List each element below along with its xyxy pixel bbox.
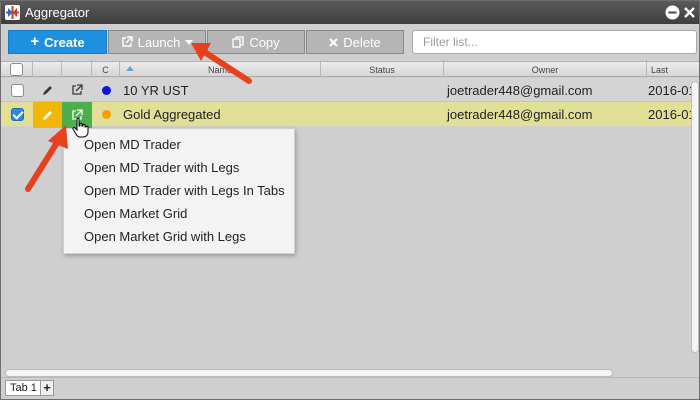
status-column-header[interactable]: Status	[321, 62, 444, 77]
menu-item-open-md-trader[interactable]: Open MD Trader	[64, 133, 294, 156]
color-column-header[interactable]: C	[92, 62, 120, 77]
toolbar: + Create Launch Copy Delete	[1, 24, 699, 59]
launch-row-button[interactable]	[62, 78, 92, 102]
name-header-label: Name	[207, 64, 232, 75]
delete-button-label: Delete	[343, 34, 381, 50]
caret-down-icon	[185, 39, 194, 45]
horizontal-scrollbar[interactable]	[5, 369, 613, 377]
color-dot	[101, 109, 111, 119]
menu-item-open-md-trader-with-legs-in-tabs[interactable]: Open MD Trader with Legs In Tabs	[64, 179, 294, 202]
tab-1[interactable]: Tab 1	[5, 380, 42, 396]
color-dot	[101, 85, 111, 95]
table-row[interactable]: 10 YR UST joetrader448@gmail.com 2016-01	[1, 78, 699, 102]
row-color-indicator	[92, 78, 120, 102]
vertical-scrollbar[interactable]	[691, 81, 699, 353]
edit-button[interactable]	[33, 102, 62, 128]
row-name: 10 YR UST	[123, 82, 189, 98]
row-checkbox[interactable]	[11, 84, 24, 97]
title-bar[interactable]: Aggregator	[1, 1, 699, 24]
hand-pointer-icon	[72, 117, 89, 138]
row-owner: joetrader448@gmail.com	[447, 106, 593, 122]
row-name: Gold Aggregated	[123, 106, 221, 122]
row-color-indicator	[92, 102, 120, 126]
window-title: Aggregator	[25, 5, 90, 20]
last-column-header[interactable]: Last	[647, 62, 699, 77]
edit-column-header	[33, 62, 62, 77]
filter-input[interactable]	[412, 30, 697, 54]
menu-item-open-market-grid[interactable]: Open Market Grid	[64, 202, 294, 225]
copy-button[interactable]: Copy	[207, 30, 305, 54]
edit-button[interactable]	[33, 78, 62, 102]
row-last: 2016-01	[648, 82, 696, 98]
plus-icon: +	[30, 33, 40, 50]
pencil-icon	[43, 110, 52, 120]
table-row-selected[interactable]: Gold Aggregated joetrader448@gmail.com 2…	[1, 102, 699, 128]
pencil-icon	[43, 85, 52, 95]
launch-button[interactable]: Launch	[108, 30, 206, 54]
copy-button-label: Copy	[249, 34, 280, 50]
x-icon	[329, 37, 338, 47]
launch-column-header	[62, 62, 92, 77]
minimize-icon[interactable]	[665, 5, 680, 20]
row-checkbox[interactable]	[11, 108, 24, 121]
menu-item-open-md-trader-with-legs[interactable]: Open MD Trader with Legs	[64, 156, 294, 179]
tab-bar: Tab 1 +	[1, 377, 699, 399]
launch-dropdown-menu: Open MD Trader Open MD Trader with Legs …	[63, 128, 295, 254]
copy-icon	[232, 36, 244, 48]
launch-button-label: Launch	[137, 34, 181, 50]
name-column-header[interactable]: Name	[120, 62, 321, 77]
menu-item-open-market-grid-with-legs[interactable]: Open Market Grid with Legs	[64, 225, 294, 248]
external-link-icon	[72, 84, 83, 95]
create-button[interactable]: + Create	[8, 30, 107, 54]
create-button-label: Create	[44, 34, 85, 50]
aggregator-window: Aggregator + Create Launch Copy Delete F…	[0, 0, 700, 400]
add-tab-button[interactable]: +	[40, 380, 54, 396]
external-link-icon	[121, 36, 133, 47]
select-all-checkbox[interactable]	[10, 63, 23, 76]
aggregator-logo-icon	[5, 5, 20, 20]
select-all-header	[1, 62, 33, 77]
close-icon[interactable]	[682, 5, 697, 20]
row-owner: joetrader448@gmail.com	[447, 82, 593, 98]
grid-header: C Name Status Owner Last	[1, 61, 699, 77]
row-last: 2016-01	[648, 106, 696, 122]
delete-button[interactable]: Delete	[306, 30, 404, 54]
owner-column-header[interactable]: Owner	[444, 62, 647, 77]
sort-ascending-icon	[126, 66, 134, 71]
